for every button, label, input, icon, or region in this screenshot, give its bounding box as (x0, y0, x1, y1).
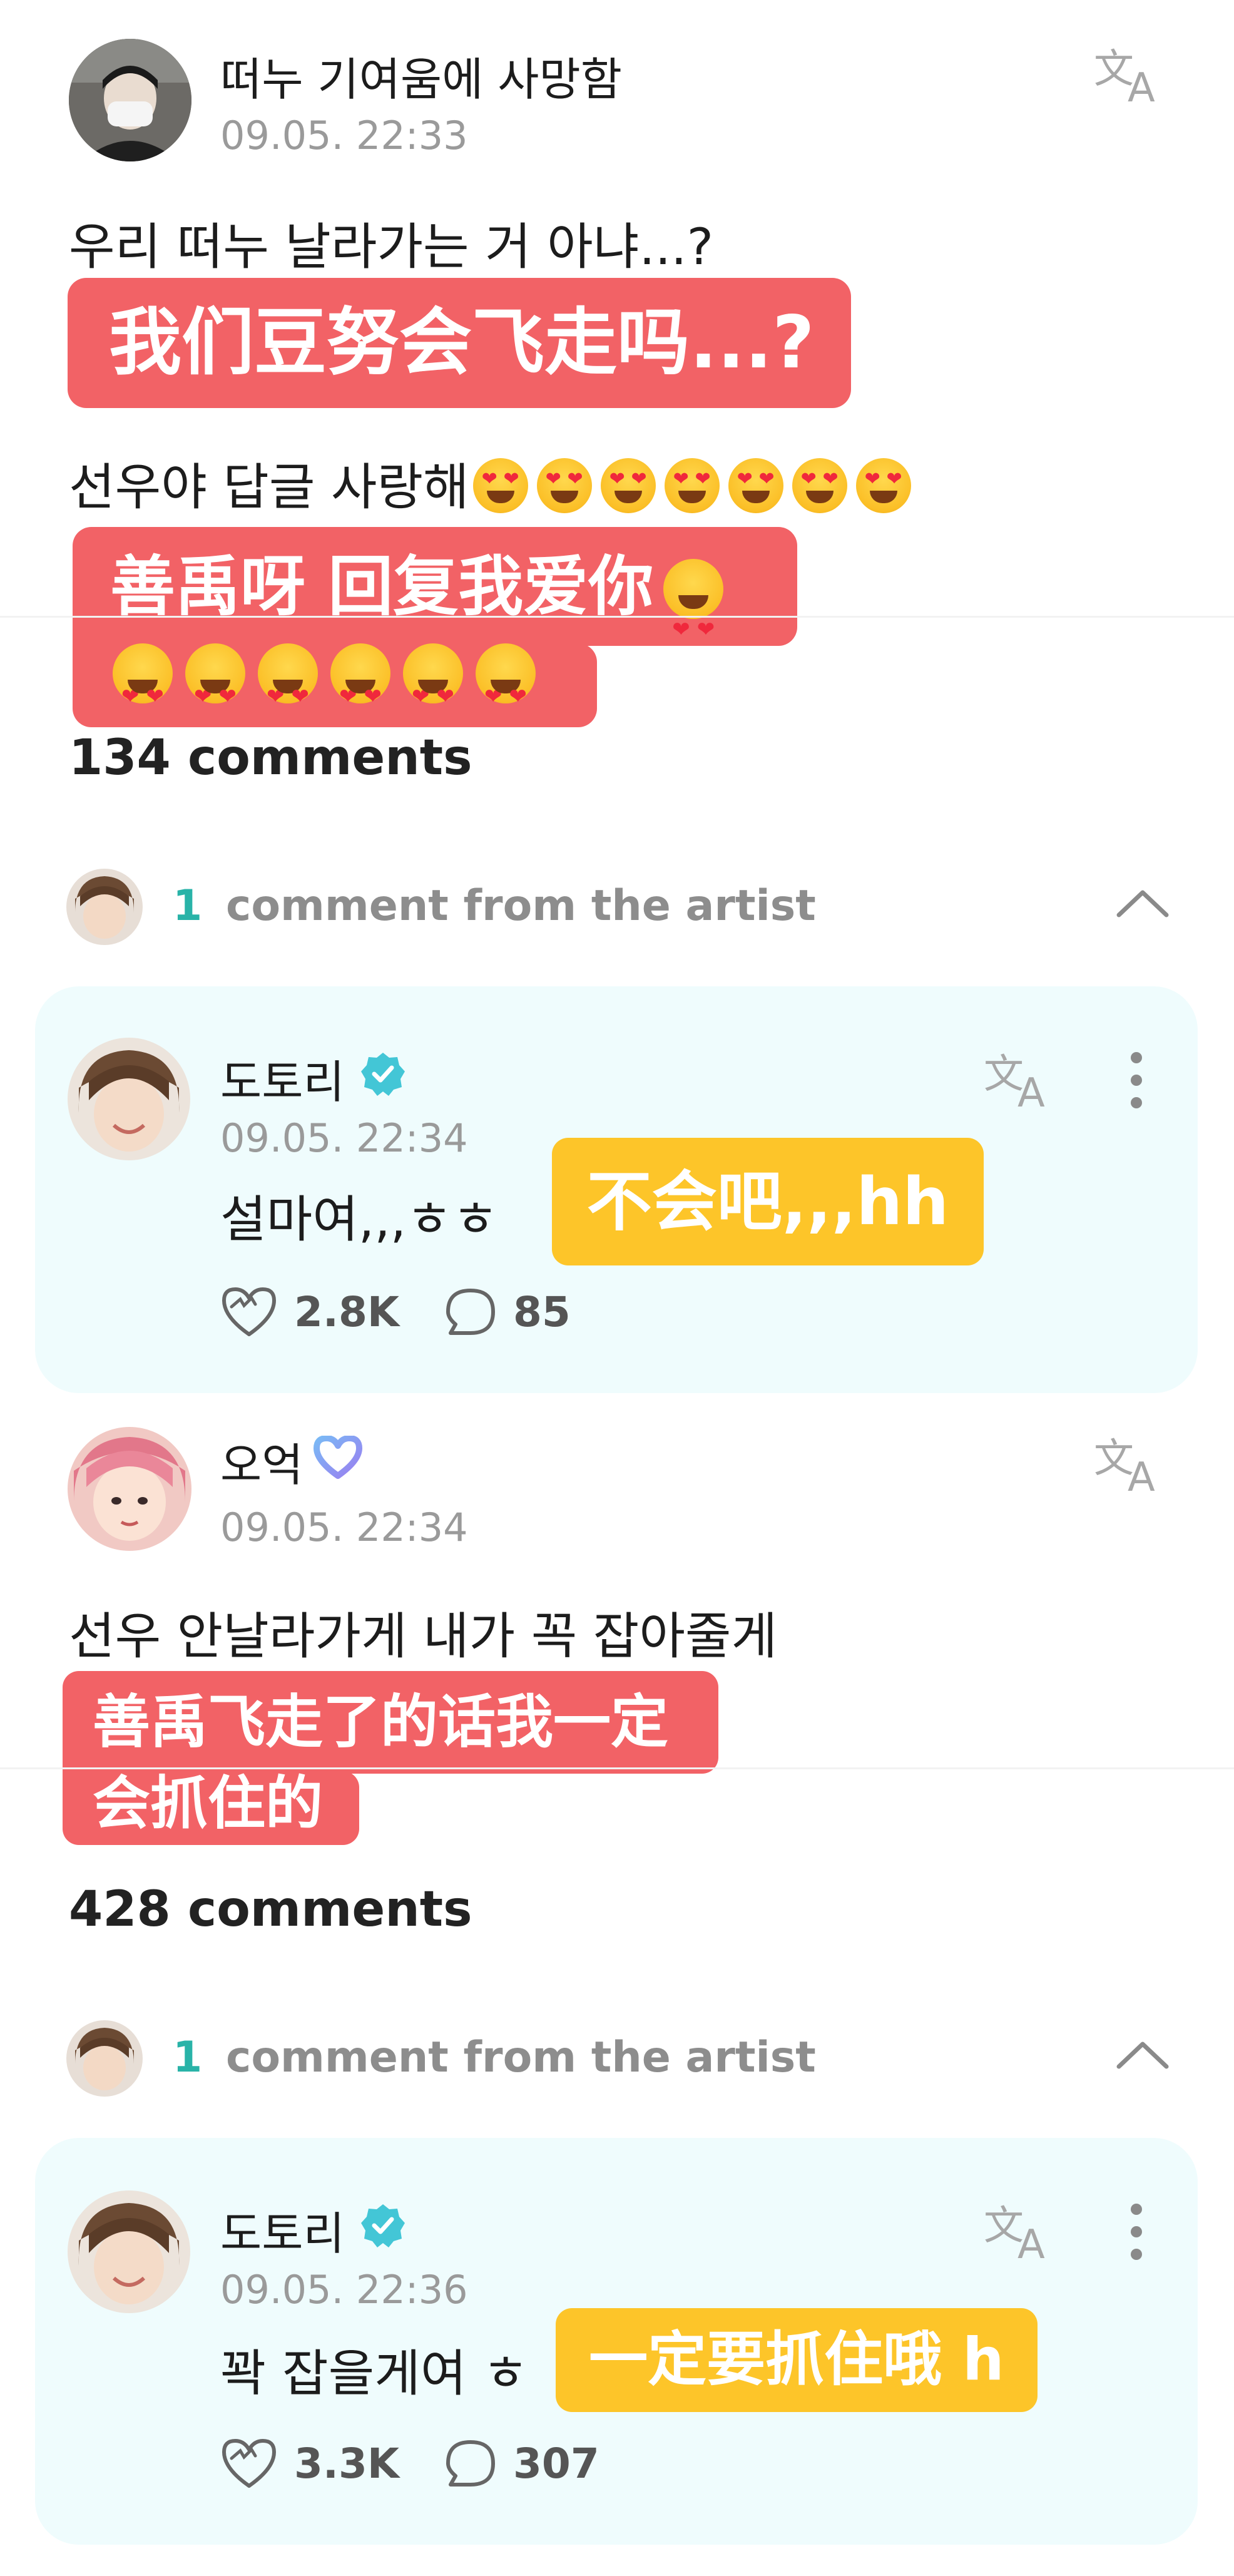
comments-count[interactable]: 428 comments (69, 1881, 472, 1938)
comment-bubble-icon (446, 2440, 495, 2487)
reply-text: 설마여,,,ㅎㅎ (220, 1190, 499, 1249)
translate-icon[interactable]: 文 A (1094, 1433, 1166, 1493)
reply-timestamp: 09.05. 22:36 (220, 2267, 468, 2313)
divider (0, 616, 1234, 618)
verified-badge-icon (361, 2204, 405, 2247)
heart-eyes-emoji (472, 458, 528, 513)
reply-translation-tag: 一定要抓住哦 h (556, 2308, 1038, 2412)
heart-eyes-emoji (258, 643, 318, 739)
divider (0, 1767, 1234, 1769)
artist-comment-toggle[interactable]: 1 comment from the artist (173, 2033, 816, 2082)
heart-like-icon (222, 2439, 276, 2488)
heart-eyes-emoji (113, 643, 173, 739)
like-count-text: 2.8K (294, 1287, 400, 1336)
svg-text:A: A (1017, 1070, 1045, 1109)
heart-eyes-emoji (185, 643, 245, 739)
chevron-up-icon[interactable] (1115, 2037, 1170, 2072)
translate-icon[interactable]: 文 A (984, 1049, 1056, 1109)
artist-name[interactable]: 도토리 (220, 2197, 345, 2262)
translation-tag-2: 会抓住的 (63, 1771, 359, 1845)
reply-timestamp: 09.05. 22:34 (220, 1115, 468, 1161)
avatar-image (68, 1427, 191, 1551)
translation-tag-2b (73, 643, 597, 739)
like-count[interactable]: 2.8K (219, 1285, 399, 1338)
verified-badge-icon (361, 1053, 405, 1096)
artist-avatar[interactable] (68, 1038, 190, 1160)
reply-count[interactable]: 85 (444, 1285, 571, 1338)
reply-count-text: 85 (513, 1287, 571, 1336)
post-text-line-1: 우리 떠누 날라가는 거 아냐...? (69, 218, 714, 276)
heart-eyes-emoji (330, 643, 390, 739)
heart-eyes-emoji (664, 458, 720, 513)
avatar-image (69, 39, 191, 161)
artist-mini-avatar (66, 2020, 143, 2097)
heart-eyes-emoji (476, 643, 536, 739)
reply-translation-tag: 不会吧,,,hh (552, 1138, 984, 1265)
artist-comment-count: 1 (173, 2033, 203, 2082)
heart-eyes-emoji (663, 559, 724, 689)
like-count-text: 3.3K (294, 2439, 400, 2488)
author-name[interactable]: 오억 (220, 1428, 303, 1494)
heart-eyes-emoji (728, 458, 783, 513)
reply-count-text: 307 (513, 2439, 599, 2488)
membership-heart-icon (314, 1436, 362, 1479)
artist-name[interactable]: 도토리 (220, 1045, 345, 1111)
more-vertical-icon[interactable] (1129, 2203, 1144, 2261)
avatar-image (66, 2020, 143, 2097)
svg-text:A: A (1128, 65, 1155, 104)
like-count[interactable]: 3.3K (219, 2437, 399, 2490)
artist-comment-label: comment from the artist (226, 2033, 816, 2082)
chevron-up-icon[interactable] (1115, 885, 1170, 920)
translate-icon[interactable]: 文 A (1094, 44, 1166, 104)
translation-tag-1: 善禹飞走了的话我一定 (63, 1671, 718, 1774)
heart-eyes-emoji (792, 458, 847, 513)
comments-count[interactable]: 134 comments (69, 730, 472, 786)
post-text-line-2: 선우야 답글 사랑해 (69, 447, 920, 519)
svg-text:A: A (1128, 1454, 1155, 1493)
author-avatar[interactable] (68, 1427, 191, 1551)
heart-eyes-emoji (536, 458, 592, 513)
author-avatar[interactable] (69, 39, 191, 161)
avatar-image (66, 869, 143, 945)
reply-count[interactable]: 307 (444, 2437, 599, 2490)
author-name[interactable]: 떠누 기여움에 사망함 (220, 43, 622, 108)
heart-eyes-emoji (403, 643, 463, 739)
artist-comment-count: 1 (173, 881, 203, 931)
translation-tag-1: 我们豆努会飞走吗...? (68, 278, 851, 408)
post-timestamp: 09.05. 22:33 (220, 113, 468, 158)
avatar-image (68, 2190, 190, 2313)
translation-tag-2a: 善禹呀 回复我爱你 (73, 527, 797, 689)
comment-bubble-icon (446, 1289, 495, 1335)
avatar-image (68, 1038, 190, 1160)
heart-eyes-emoji (600, 458, 656, 513)
heart-eyes-emoji (855, 458, 911, 513)
translate-icon[interactable]: 文 A (984, 2200, 1056, 2261)
post-text-line-2-text: 선우야 답글 사랑해 (69, 458, 469, 516)
artist-avatar[interactable] (68, 2190, 190, 2313)
reply-text: 꽉 잡을게여 ㅎ (220, 2344, 529, 2403)
artist-comment-toggle[interactable]: 1 comment from the artist (173, 881, 816, 931)
artist-comment-label: comment from the artist (226, 881, 816, 931)
more-vertical-icon[interactable] (1129, 1051, 1144, 1109)
translation-tag-2a-text: 善禹呀 回复我爱你 (110, 548, 654, 625)
svg-text:A: A (1017, 2222, 1045, 2261)
artist-mini-avatar (66, 869, 143, 945)
heart-like-icon (222, 1287, 276, 1336)
heart-eyes-emoji-row (472, 458, 920, 516)
post-timestamp: 09.05. 22:34 (220, 1505, 468, 1550)
post-text-line-1: 선우 안날라가게 내가 꼭 잡아줄게 (69, 1607, 778, 1665)
